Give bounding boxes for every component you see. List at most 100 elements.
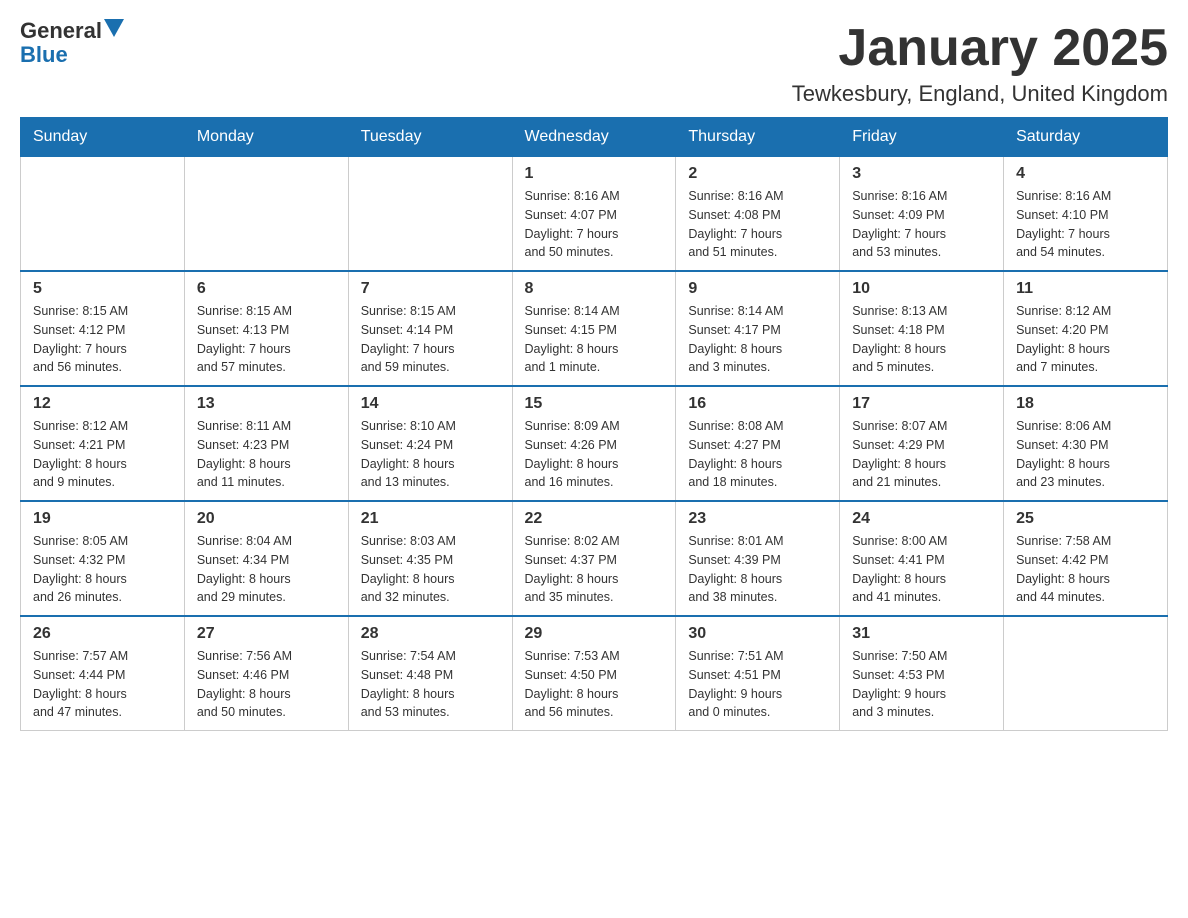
day-number-26: 26 <box>33 625 172 643</box>
calendar-cell-w3-d5: 16 Sunrise: 8:08 AM Sunset: 4:27 PM Dayli… <box>676 386 840 501</box>
day-number-30: 30 <box>688 625 827 643</box>
day-info-31: Sunrise: 7:50 AM Sunset: 4:53 PM Dayligh… <box>852 647 991 722</box>
calendar-cell-w5-d7 <box>1004 616 1168 731</box>
calendar-cell-w5-d4: 29 Sunrise: 7:53 AM Sunset: 4:50 PM Dayli… <box>512 616 676 731</box>
calendar-cell-w5-d3: 28 Sunrise: 7:54 AM Sunset: 4:48 PM Dayli… <box>348 616 512 731</box>
day-info-16: Sunrise: 8:08 AM Sunset: 4:27 PM Dayligh… <box>688 417 827 492</box>
calendar-cell-w3-d6: 17Sunrise: 8:07 AM Sunset: 4:29 PM Dayli… <box>840 386 1004 501</box>
day-number-23: 23 <box>688 510 827 528</box>
day-number-11: 11 <box>1016 280 1155 298</box>
day-info-19: Sunrise: 8:05 AM Sunset: 4:32 PM Dayligh… <box>33 532 172 607</box>
calendar-cell-w2-d7: 11 Sunrise: 8:12 AM Sunset: 4:20 PM Dayli… <box>1004 271 1168 386</box>
calendar-cell-w3-d3: 14Sunrise: 8:10 AM Sunset: 4:24 PM Dayli… <box>348 386 512 501</box>
day-number-15: 15 <box>525 395 664 413</box>
calendar-cell-w1-d4: 1 Sunrise: 8:16 AM Sunset: 4:07 PM Daylig… <box>512 157 676 272</box>
day-info-3: Sunrise: 8:16 AM Sunset: 4:09 PM Dayligh… <box>852 187 991 262</box>
day-number-29: 29 <box>525 625 664 643</box>
day-number-8: 8 <box>525 280 664 298</box>
calendar-cell-w3-d7: 18 Sunrise: 8:06 AM Sunset: 4:30 PM Dayli… <box>1004 386 1168 501</box>
week-row-1: 1 Sunrise: 8:16 AM Sunset: 4:07 PM Daylig… <box>21 157 1168 272</box>
day-info-20: Sunrise: 8:04 AM Sunset: 4:34 PM Dayligh… <box>197 532 336 607</box>
day-number-16: 16 <box>688 395 827 413</box>
day-info-27: Sunrise: 7:56 AM Sunset: 4:46 PM Dayligh… <box>197 647 336 722</box>
calendar-cell-w5-d6: 31Sunrise: 7:50 AM Sunset: 4:53 PM Dayli… <box>840 616 1004 731</box>
day-info-24: Sunrise: 8:00 AM Sunset: 4:41 PM Dayligh… <box>852 532 991 607</box>
day-info-1: Sunrise: 8:16 AM Sunset: 4:07 PM Dayligh… <box>525 187 664 262</box>
logo: General Blue <box>20 20 124 68</box>
day-info-7: Sunrise: 8:15 AM Sunset: 4:14 PM Dayligh… <box>361 302 500 377</box>
calendar-cell-w2-d1: 5 Sunrise: 8:15 AM Sunset: 4:12 PM Daylig… <box>21 271 185 386</box>
location-text: Tewkesbury, England, United Kingdom <box>792 81 1168 107</box>
day-number-21: 21 <box>361 510 500 528</box>
calendar-table: Sunday Monday Tuesday Wednesday Thursday… <box>20 117 1168 731</box>
day-info-29: Sunrise: 7:53 AM Sunset: 4:50 PM Dayligh… <box>525 647 664 722</box>
day-number-19: 19 <box>33 510 172 528</box>
calendar-cell-w4-d5: 23Sunrise: 8:01 AM Sunset: 4:39 PM Dayli… <box>676 501 840 616</box>
calendar-cell-w1-d6: 3 Sunrise: 8:16 AM Sunset: 4:09 PM Daylig… <box>840 157 1004 272</box>
calendar-cell-w1-d7: 4 Sunrise: 8:16 AM Sunset: 4:10 PM Daylig… <box>1004 157 1168 272</box>
day-info-4: Sunrise: 8:16 AM Sunset: 4:10 PM Dayligh… <box>1016 187 1155 262</box>
header-thursday: Thursday <box>676 118 840 157</box>
day-info-9: Sunrise: 8:14 AM Sunset: 4:17 PM Dayligh… <box>688 302 827 377</box>
title-section: January 2025 Tewkesbury, England, United… <box>792 20 1168 107</box>
header-saturday: Saturday <box>1004 118 1168 157</box>
day-info-2: Sunrise: 8:16 AM Sunset: 4:08 PM Dayligh… <box>688 187 827 262</box>
day-info-26: Sunrise: 7:57 AM Sunset: 4:44 PM Dayligh… <box>33 647 172 722</box>
header-tuesday: Tuesday <box>348 118 512 157</box>
day-number-9: 9 <box>688 280 827 298</box>
calendar-cell-w1-d5: 2 Sunrise: 8:16 AM Sunset: 4:08 PM Daylig… <box>676 157 840 272</box>
week-row-5: 26 Sunrise: 7:57 AM Sunset: 4:44 PM Dayli… <box>21 616 1168 731</box>
days-header-row: Sunday Monday Tuesday Wednesday Thursday… <box>21 118 1168 157</box>
day-number-14: 14 <box>361 395 500 413</box>
day-number-1: 1 <box>525 165 664 183</box>
page-header: General Blue January 2025 Tewkesbury, En… <box>20 20 1168 107</box>
day-info-12: Sunrise: 8:12 AM Sunset: 4:21 PM Dayligh… <box>33 417 172 492</box>
calendar-cell-w1-d3 <box>348 157 512 272</box>
logo-triangle-icon <box>104 19 124 39</box>
calendar-cell-w4-d6: 24 Sunrise: 8:00 AM Sunset: 4:41 PM Dayli… <box>840 501 1004 616</box>
day-number-12: 12 <box>33 395 172 413</box>
week-row-3: 12 Sunrise: 8:12 AM Sunset: 4:21 PM Dayli… <box>21 386 1168 501</box>
day-number-2: 2 <box>688 165 827 183</box>
header-sunday: Sunday <box>21 118 185 157</box>
header-friday: Friday <box>840 118 1004 157</box>
calendar-cell-w2-d5: 9 Sunrise: 8:14 AM Sunset: 4:17 PM Daylig… <box>676 271 840 386</box>
calendar-cell-w5-d1: 26 Sunrise: 7:57 AM Sunset: 4:44 PM Dayli… <box>21 616 185 731</box>
day-number-3: 3 <box>852 165 991 183</box>
calendar-cell-w3-d4: 15 Sunrise: 8:09 AM Sunset: 4:26 PM Dayli… <box>512 386 676 501</box>
day-number-13: 13 <box>197 395 336 413</box>
day-info-25: Sunrise: 7:58 AM Sunset: 4:42 PM Dayligh… <box>1016 532 1155 607</box>
day-info-28: Sunrise: 7:54 AM Sunset: 4:48 PM Dayligh… <box>361 647 500 722</box>
day-info-15: Sunrise: 8:09 AM Sunset: 4:26 PM Dayligh… <box>525 417 664 492</box>
day-info-11: Sunrise: 8:12 AM Sunset: 4:20 PM Dayligh… <box>1016 302 1155 377</box>
calendar-cell-w2-d4: 8 Sunrise: 8:14 AM Sunset: 4:15 PM Daylig… <box>512 271 676 386</box>
day-number-10: 10 <box>852 280 991 298</box>
day-number-28: 28 <box>361 625 500 643</box>
day-number-7: 7 <box>361 280 500 298</box>
day-info-18: Sunrise: 8:06 AM Sunset: 4:30 PM Dayligh… <box>1016 417 1155 492</box>
day-info-13: Sunrise: 8:11 AM Sunset: 4:23 PM Dayligh… <box>197 417 336 492</box>
header-monday: Monday <box>184 118 348 157</box>
day-number-4: 4 <box>1016 165 1155 183</box>
day-info-30: Sunrise: 7:51 AM Sunset: 4:51 PM Dayligh… <box>688 647 827 722</box>
calendar-cell-w3-d2: 13 Sunrise: 8:11 AM Sunset: 4:23 PM Dayli… <box>184 386 348 501</box>
calendar-cell-w4-d2: 20Sunrise: 8:04 AM Sunset: 4:34 PM Dayli… <box>184 501 348 616</box>
week-row-2: 5 Sunrise: 8:15 AM Sunset: 4:12 PM Daylig… <box>21 271 1168 386</box>
day-number-22: 22 <box>525 510 664 528</box>
calendar-cell-w5-d2: 27 Sunrise: 7:56 AM Sunset: 4:46 PM Dayli… <box>184 616 348 731</box>
calendar-title: January 2025 <box>792 20 1168 77</box>
day-info-5: Sunrise: 8:15 AM Sunset: 4:12 PM Dayligh… <box>33 302 172 377</box>
calendar-cell-w4-d7: 25Sunrise: 7:58 AM Sunset: 4:42 PM Dayli… <box>1004 501 1168 616</box>
day-number-5: 5 <box>33 280 172 298</box>
day-number-27: 27 <box>197 625 336 643</box>
day-info-22: Sunrise: 8:02 AM Sunset: 4:37 PM Dayligh… <box>525 532 664 607</box>
calendar-cell-w1-d1 <box>21 157 185 272</box>
day-info-8: Sunrise: 8:14 AM Sunset: 4:15 PM Dayligh… <box>525 302 664 377</box>
calendar-cell-w2-d3: 7 Sunrise: 8:15 AM Sunset: 4:14 PM Daylig… <box>348 271 512 386</box>
day-info-10: Sunrise: 8:13 AM Sunset: 4:18 PM Dayligh… <box>852 302 991 377</box>
day-number-18: 18 <box>1016 395 1155 413</box>
calendar-cell-w2-d2: 6Sunrise: 8:15 AM Sunset: 4:13 PM Daylig… <box>184 271 348 386</box>
calendar-cell-w2-d6: 10 Sunrise: 8:13 AM Sunset: 4:18 PM Dayli… <box>840 271 1004 386</box>
day-info-17: Sunrise: 8:07 AM Sunset: 4:29 PM Dayligh… <box>852 417 991 492</box>
day-number-24: 24 <box>852 510 991 528</box>
